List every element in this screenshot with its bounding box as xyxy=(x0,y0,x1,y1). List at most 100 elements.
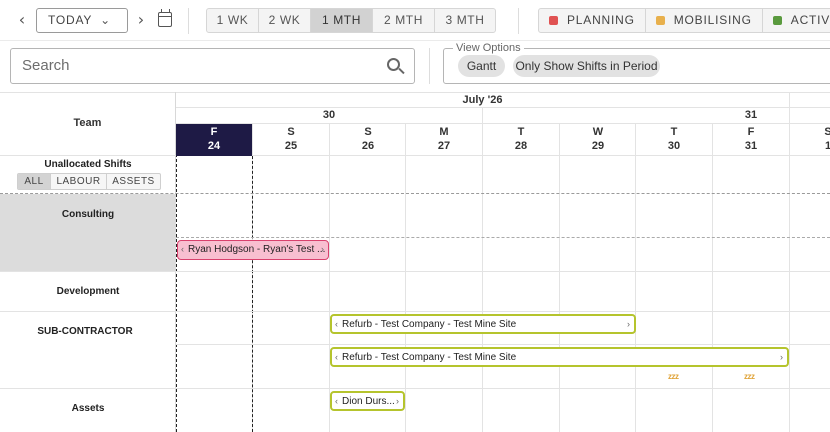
day-letter: F xyxy=(747,126,755,138)
chevron-right-icon: › xyxy=(396,396,399,406)
week-label: 30 xyxy=(322,109,336,121)
range-selector: 1 WK 2 WK 1 MTH 2 MTH 3 MTH xyxy=(206,8,496,33)
unallocated-separator xyxy=(0,193,830,194)
shift-bar[interactable]: ‹ Ryan Hodgson - Ryan's Test ... › xyxy=(177,240,329,260)
divider xyxy=(559,124,560,432)
row-separator xyxy=(176,237,830,238)
chevron-right-icon: › xyxy=(780,352,783,362)
next-period-icon[interactable]: › xyxy=(133,10,149,30)
divider xyxy=(482,124,483,432)
day-header[interactable]: T 30 xyxy=(636,124,712,156)
divider xyxy=(0,271,830,272)
range-2wk-button[interactable]: 2 WK xyxy=(259,9,311,32)
today-marker-line xyxy=(252,156,253,432)
day-number: 29 xyxy=(591,140,605,152)
month-label: July '26 xyxy=(462,94,503,106)
sleep-icon: zzz xyxy=(668,372,679,381)
search-input[interactable]: Search xyxy=(10,48,415,84)
today-label: TODAY xyxy=(48,13,93,27)
divider xyxy=(712,124,713,432)
status-filter: PLANNING MOBILISING ACTIVE xyxy=(538,8,830,33)
status-label: PLANNING xyxy=(567,13,635,27)
divider xyxy=(429,48,430,84)
divider xyxy=(176,107,830,108)
today-marker-line xyxy=(176,124,177,432)
unallocated-filter: ALL LABOUR ASSETS xyxy=(17,173,161,190)
day-letter: F xyxy=(210,126,218,138)
shift-label: Refurb - Test Company - Test Mine Site xyxy=(342,352,517,363)
day-header[interactable]: W 29 xyxy=(560,124,636,156)
divider xyxy=(0,92,830,93)
status-label: ACTIVE xyxy=(790,13,830,27)
chevron-left-icon: ‹ xyxy=(335,396,338,406)
view-options-legend: View Options xyxy=(453,42,524,55)
divider xyxy=(0,311,830,312)
search-placeholder: Search xyxy=(22,57,70,74)
day-header[interactable]: S 25 xyxy=(253,124,329,156)
day-header[interactable]: T 28 xyxy=(483,124,559,156)
range-1mth-button[interactable]: 1 MTH xyxy=(311,9,373,32)
divider xyxy=(518,8,519,34)
chevron-left-icon: ‹ xyxy=(181,244,184,254)
week-label: 31 xyxy=(744,109,758,121)
range-1wk-button[interactable]: 1 WK xyxy=(207,9,259,32)
shift-bar[interactable]: ‹ Refurb - Test Company - Test Mine Site… xyxy=(330,314,636,334)
day-header[interactable]: S 1 xyxy=(790,124,830,156)
status-label: MOBILISING xyxy=(673,13,752,27)
sleep-icon: zzz xyxy=(744,372,755,381)
day-letter: T xyxy=(670,126,678,138)
consulting-group-bg xyxy=(0,194,175,272)
day-letter: S xyxy=(364,126,372,138)
prev-period-icon[interactable]: ‹ xyxy=(14,10,30,30)
day-letter: T xyxy=(517,126,525,138)
search-icon[interactable] xyxy=(387,58,400,71)
filter-labour-button[interactable]: LABOUR xyxy=(51,174,107,189)
day-letter: W xyxy=(592,126,604,138)
day-header[interactable]: M 27 xyxy=(406,124,482,156)
day-letter: S xyxy=(287,126,295,138)
divider xyxy=(176,344,830,345)
shift-label: Refurb - Test Company - Test Mine Site xyxy=(342,319,517,330)
chevron-right-icon: › xyxy=(321,244,324,254)
chevron-right-icon: › xyxy=(627,319,630,329)
day-number: 24 xyxy=(207,140,221,152)
only-show-shifts-chip[interactable]: Only Show Shifts in Period xyxy=(513,55,660,77)
day-number: 28 xyxy=(514,140,528,152)
chevron-down-icon: ⌄ xyxy=(100,13,111,27)
divider xyxy=(405,124,406,432)
filter-assets-button[interactable]: ASSETS xyxy=(107,174,160,189)
scheduler-page: ‹ TODAY ⌄ › 1 WK 2 WK 1 MTH 2 MTH 3 MTH … xyxy=(0,0,830,432)
shift-bar[interactable]: ‹ Dion Durs... › xyxy=(330,391,405,411)
group-label-development: Development xyxy=(56,286,120,297)
day-letter: S xyxy=(824,126,830,138)
divider xyxy=(635,124,636,432)
day-number: 30 xyxy=(667,140,681,152)
status-mobilising-button[interactable]: MOBILISING xyxy=(646,9,763,32)
calendar-icon[interactable] xyxy=(158,9,172,27)
range-2mth-button[interactable]: 2 MTH xyxy=(373,9,435,32)
day-header[interactable]: S 26 xyxy=(330,124,406,156)
status-active-button[interactable]: ACTIVE xyxy=(763,9,830,32)
gantt-chip[interactable]: Gantt xyxy=(458,55,505,77)
chevron-left-icon: ‹ xyxy=(335,352,338,362)
filter-all-button[interactable]: ALL xyxy=(18,174,51,189)
day-header[interactable]: F 31 xyxy=(713,124,789,156)
status-dot-icon xyxy=(549,16,558,25)
shift-label: Dion Durs... xyxy=(342,396,395,407)
divider xyxy=(0,40,830,41)
status-dot-icon xyxy=(655,16,665,25)
day-number: 27 xyxy=(437,140,451,152)
range-3mth-button[interactable]: 3 MTH xyxy=(435,9,495,32)
status-planning-button[interactable]: PLANNING xyxy=(539,9,646,32)
status-dot-icon xyxy=(772,16,782,25)
day-number: 1 xyxy=(824,140,830,152)
day-header-today[interactable]: F 24 xyxy=(176,124,252,156)
day-number: 31 xyxy=(744,140,758,152)
group-label-consulting: Consulting xyxy=(61,209,115,220)
today-dropdown[interactable]: TODAY ⌄ xyxy=(36,8,128,33)
divider xyxy=(188,8,189,34)
shift-bar[interactable]: ‹ Refurb - Test Company - Test Mine Site… xyxy=(330,347,789,367)
shift-label: Ryan Hodgson - Ryan's Test ... xyxy=(188,244,326,255)
day-number: 26 xyxy=(361,140,375,152)
divider xyxy=(0,388,830,389)
